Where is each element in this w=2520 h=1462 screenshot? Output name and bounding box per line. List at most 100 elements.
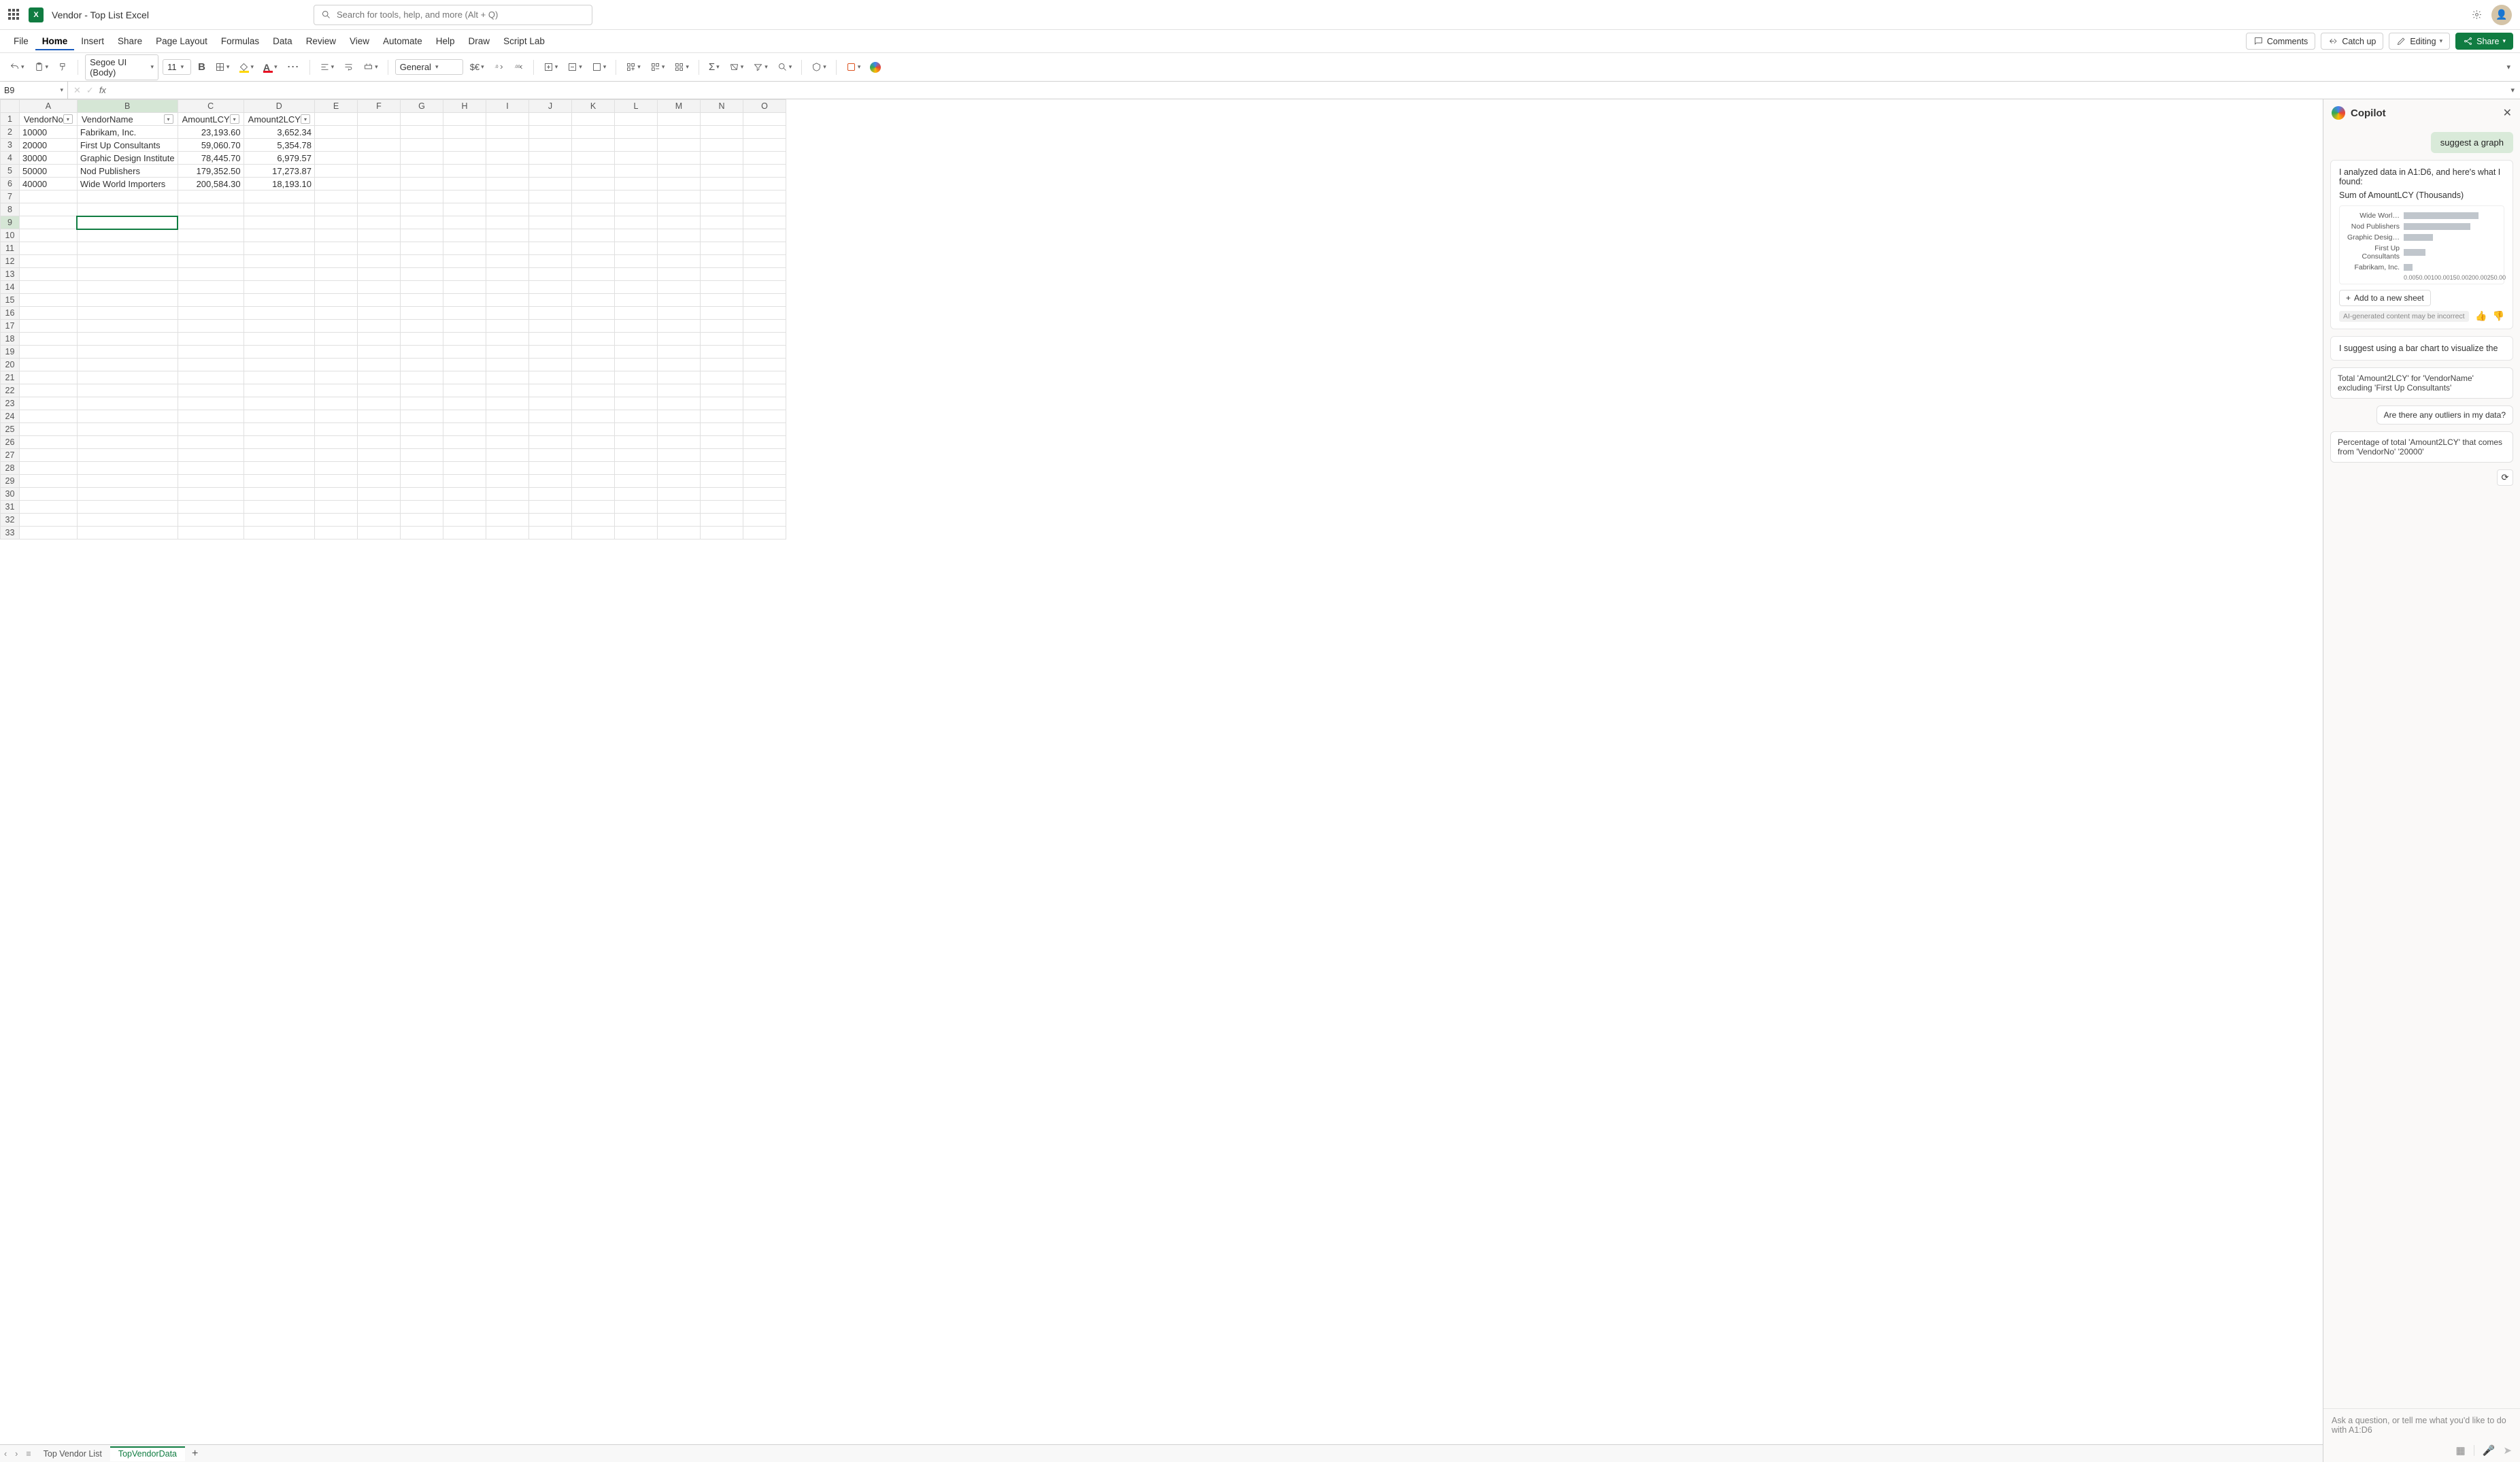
cell-C12[interactable] bbox=[178, 255, 243, 268]
cell-A17[interactable] bbox=[20, 320, 78, 333]
cell-B28[interactable] bbox=[77, 462, 178, 475]
cell-B9[interactable] bbox=[77, 216, 178, 229]
add-to-sheet-button[interactable]: + Add to a new sheet bbox=[2339, 290, 2431, 306]
cell-J17[interactable] bbox=[528, 320, 571, 333]
row-header-8[interactable]: 8 bbox=[1, 203, 20, 216]
cell-O29[interactable] bbox=[743, 475, 786, 488]
share-button[interactable]: Share ▾ bbox=[2455, 33, 2513, 50]
cell-G1[interactable] bbox=[400, 113, 443, 126]
cell-F1[interactable] bbox=[357, 113, 400, 126]
cell-I12[interactable] bbox=[486, 255, 528, 268]
cell-A18[interactable] bbox=[20, 333, 78, 346]
column-header-H[interactable]: H bbox=[443, 100, 486, 113]
delete-cells-button[interactable]: ▾ bbox=[565, 60, 585, 74]
row-header-14[interactable]: 14 bbox=[1, 281, 20, 294]
cell-L3[interactable] bbox=[614, 139, 657, 152]
cell-G4[interactable] bbox=[400, 152, 443, 165]
cell-M2[interactable] bbox=[657, 126, 700, 139]
undo-button[interactable]: ▾ bbox=[7, 60, 27, 74]
format-row-button[interactable]: ▾ bbox=[671, 60, 692, 74]
cell-F10[interactable] bbox=[357, 229, 400, 242]
cell-O28[interactable] bbox=[743, 462, 786, 475]
filter-button-B[interactable]: ▾ bbox=[164, 114, 173, 124]
cell-F14[interactable] bbox=[357, 281, 400, 294]
cell-F29[interactable] bbox=[357, 475, 400, 488]
cell-L31[interactable] bbox=[614, 501, 657, 514]
cell-H5[interactable] bbox=[443, 165, 486, 178]
column-header-G[interactable]: G bbox=[400, 100, 443, 113]
cell-N21[interactable] bbox=[700, 371, 743, 384]
cell-D27[interactable] bbox=[243, 449, 314, 462]
cell-D2[interactable]: 3,652.34 bbox=[243, 126, 314, 139]
cell-H6[interactable] bbox=[443, 178, 486, 190]
cell-N24[interactable] bbox=[700, 410, 743, 423]
cell-D10[interactable] bbox=[243, 229, 314, 242]
cell-H19[interactable] bbox=[443, 346, 486, 359]
cell-K12[interactable] bbox=[571, 255, 614, 268]
cell-K21[interactable] bbox=[571, 371, 614, 384]
addins-button[interactable]: ▾ bbox=[843, 60, 864, 74]
cell-E11[interactable] bbox=[314, 242, 357, 255]
cell-G27[interactable] bbox=[400, 449, 443, 462]
format-cells-button[interactable]: ▾ bbox=[589, 60, 609, 74]
cell-I28[interactable] bbox=[486, 462, 528, 475]
cell-F4[interactable] bbox=[357, 152, 400, 165]
cell-C30[interactable] bbox=[178, 488, 243, 501]
row-header-4[interactable]: 4 bbox=[1, 152, 20, 165]
cell-G25[interactable] bbox=[400, 423, 443, 436]
fill-color-button[interactable]: ▾ bbox=[236, 59, 256, 75]
cell-C8[interactable] bbox=[178, 203, 243, 216]
cell-I14[interactable] bbox=[486, 281, 528, 294]
cell-O5[interactable] bbox=[743, 165, 786, 178]
cell-N33[interactable] bbox=[700, 527, 743, 539]
cell-H30[interactable] bbox=[443, 488, 486, 501]
number-format-select[interactable]: General▾ bbox=[395, 59, 463, 75]
cell-J23[interactable] bbox=[528, 397, 571, 410]
cell-F22[interactable] bbox=[357, 384, 400, 397]
cell-H3[interactable] bbox=[443, 139, 486, 152]
cell-D12[interactable] bbox=[243, 255, 314, 268]
cell-O7[interactable] bbox=[743, 190, 786, 203]
thumbs-down-icon[interactable]: 👎 bbox=[2493, 310, 2504, 322]
cell-G9[interactable] bbox=[400, 216, 443, 229]
cell-B30[interactable] bbox=[77, 488, 178, 501]
row-header-30[interactable]: 30 bbox=[1, 488, 20, 501]
cell-I19[interactable] bbox=[486, 346, 528, 359]
cell-K4[interactable] bbox=[571, 152, 614, 165]
cancel-formula-icon[interactable]: ✕ bbox=[73, 85, 81, 96]
cell-D29[interactable] bbox=[243, 475, 314, 488]
cell-D18[interactable] bbox=[243, 333, 314, 346]
cell-D25[interactable] bbox=[243, 423, 314, 436]
cell-H27[interactable] bbox=[443, 449, 486, 462]
cell-I24[interactable] bbox=[486, 410, 528, 423]
cell-H28[interactable] bbox=[443, 462, 486, 475]
cell-N14[interactable] bbox=[700, 281, 743, 294]
cell-K3[interactable] bbox=[571, 139, 614, 152]
cell-N8[interactable] bbox=[700, 203, 743, 216]
cell-G20[interactable] bbox=[400, 359, 443, 371]
cell-F11[interactable] bbox=[357, 242, 400, 255]
cell-E19[interactable] bbox=[314, 346, 357, 359]
column-header-B[interactable]: B bbox=[77, 100, 178, 113]
cell-F17[interactable] bbox=[357, 320, 400, 333]
cell-A15[interactable] bbox=[20, 294, 78, 307]
merge-button[interactable]: ▾ bbox=[360, 60, 381, 74]
cell-L11[interactable] bbox=[614, 242, 657, 255]
cell-L5[interactable] bbox=[614, 165, 657, 178]
cell-D23[interactable] bbox=[243, 397, 314, 410]
cell-N2[interactable] bbox=[700, 126, 743, 139]
cell-C2[interactable]: 23,193.60 bbox=[178, 126, 243, 139]
cell-L12[interactable] bbox=[614, 255, 657, 268]
cell-K9[interactable] bbox=[571, 216, 614, 229]
cell-J32[interactable] bbox=[528, 514, 571, 527]
cell-L20[interactable] bbox=[614, 359, 657, 371]
cell-G21[interactable] bbox=[400, 371, 443, 384]
cell-B25[interactable] bbox=[77, 423, 178, 436]
cell-D31[interactable] bbox=[243, 501, 314, 514]
cell-G26[interactable] bbox=[400, 436, 443, 449]
cell-F2[interactable] bbox=[357, 126, 400, 139]
borders-button[interactable]: ▾ bbox=[212, 60, 233, 74]
cell-H9[interactable] bbox=[443, 216, 486, 229]
cell-L24[interactable] bbox=[614, 410, 657, 423]
autosum-button[interactable]: Σ▾ bbox=[706, 59, 722, 75]
